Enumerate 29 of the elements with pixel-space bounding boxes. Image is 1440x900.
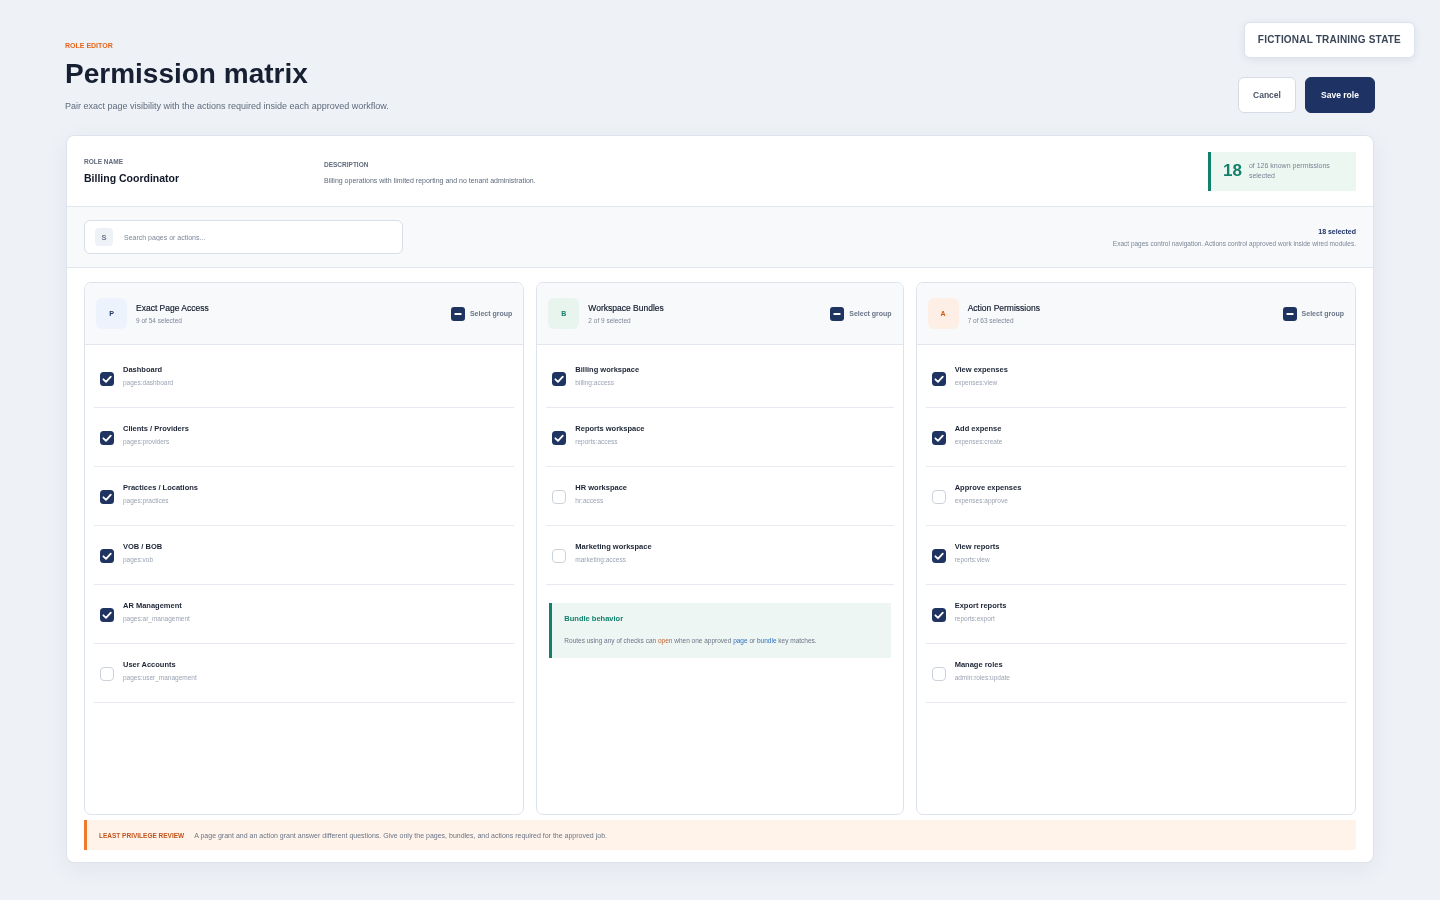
minus-square-icon	[1282, 306, 1297, 321]
checkbox[interactable]	[552, 371, 567, 386]
checkbox[interactable]	[931, 666, 946, 681]
training-state-badge: FICTIONAL TRAINING STATE	[1243, 22, 1415, 58]
checkbox[interactable]	[100, 489, 114, 504]
checkbox[interactable]	[931, 371, 946, 386]
checkbox[interactable]	[100, 371, 114, 386]
checkbox[interactable]	[552, 548, 567, 563]
page-title: Permission matrix	[65, 57, 308, 91]
minus-square-icon	[830, 306, 845, 321]
selected-count: 18	[1223, 161, 1242, 181]
checkbox[interactable]	[931, 548, 946, 563]
checkbox[interactable]	[552, 430, 567, 445]
role-name-value: Billing Coordinator	[84, 171, 180, 185]
group-title: Action Permissions	[967, 302, 1040, 314]
page-subtitle: Pair exact page visibility with the actions required inside each approved workflow.	[65, 100, 389, 112]
minus-square-icon	[450, 306, 465, 321]
cancel-button[interactable]: Cancel	[1238, 77, 1296, 113]
checkbox[interactable]	[100, 548, 114, 563]
group-title: Exact Page Access	[136, 302, 209, 314]
checkbox[interactable]	[931, 607, 946, 622]
group-title: Workspace Bundles	[588, 302, 664, 314]
save-button[interactable]: Save role	[1305, 77, 1375, 113]
checkbox[interactable]	[100, 430, 114, 445]
checkbox[interactable]	[931, 489, 946, 504]
checkbox[interactable]	[100, 666, 114, 681]
checkbox[interactable]	[931, 430, 946, 445]
checkbox[interactable]	[100, 607, 114, 622]
checkbox[interactable]	[552, 489, 567, 504]
